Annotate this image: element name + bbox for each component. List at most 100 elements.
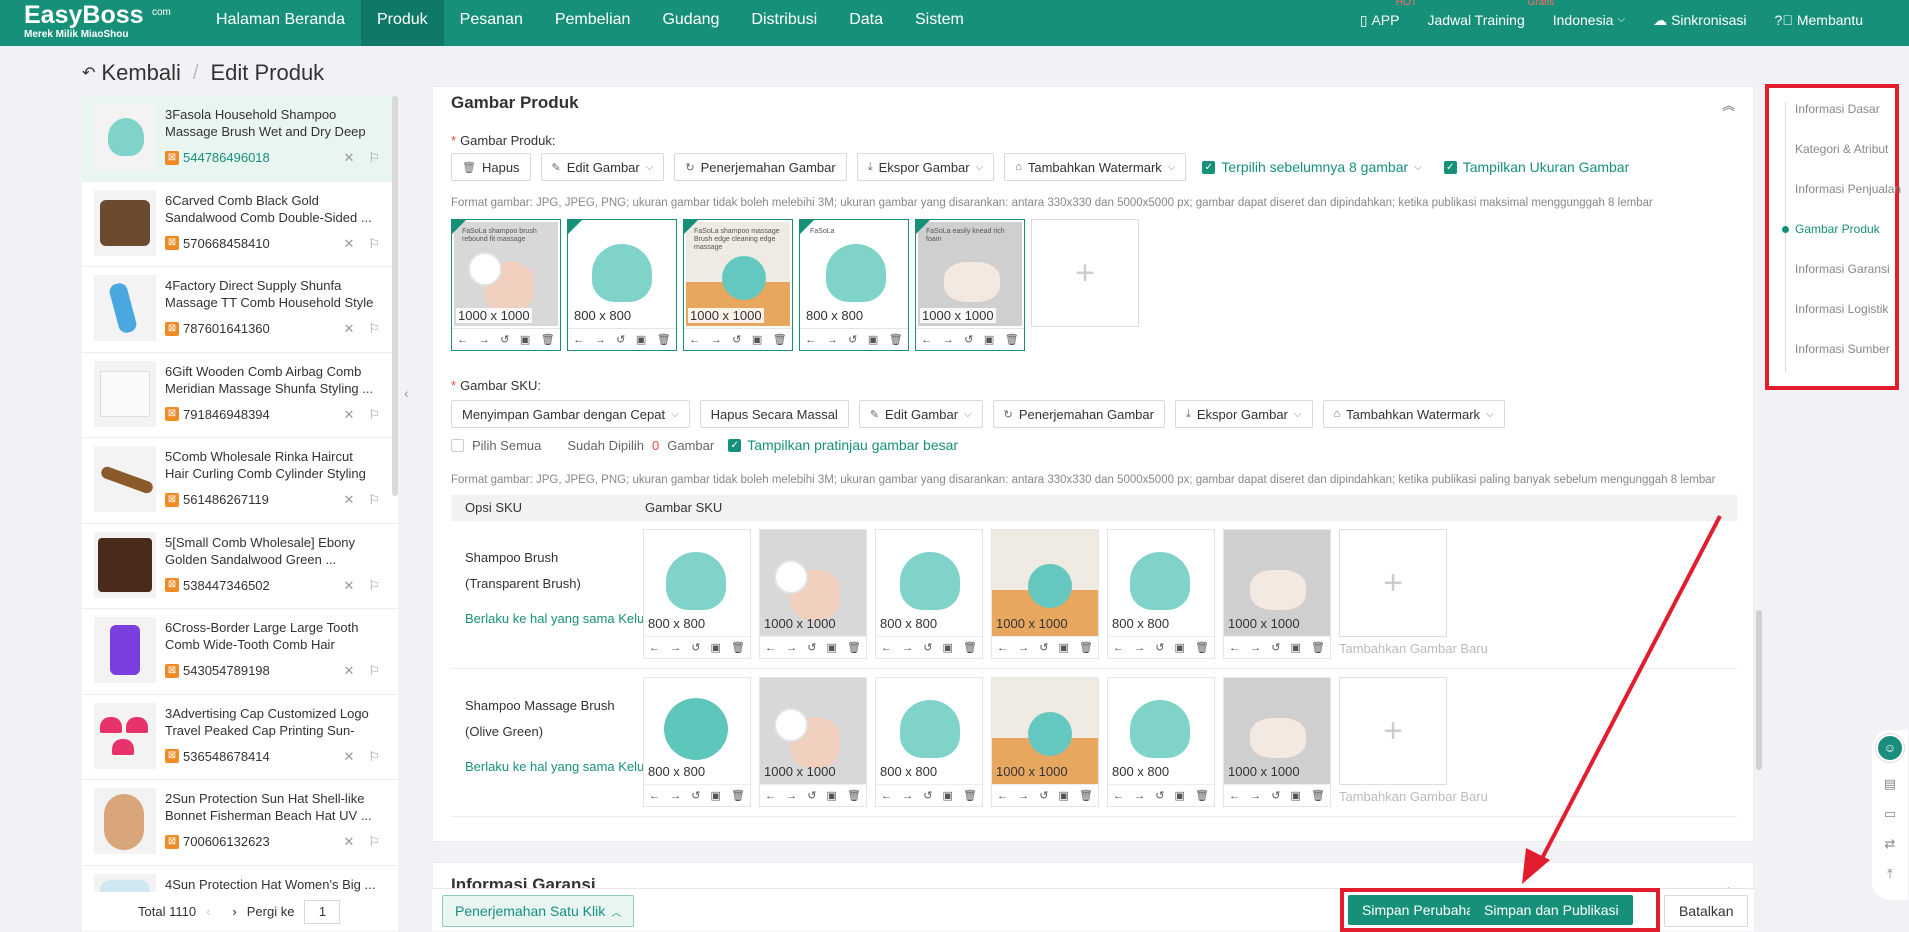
replace-icon[interactable]: ↺ <box>1271 641 1280 654</box>
trash-icon[interactable]: 🗑 <box>963 789 977 802</box>
nav-item-4[interactable]: Gudang <box>646 0 735 46</box>
toolbar-button[interactable]: ↻ Penerjemahan Gambar <box>674 153 847 181</box>
product-image-card[interactable]: FaSoLa shampoo brush rebound fit massage… <box>451 219 561 351</box>
arrow-left-icon[interactable]: ← <box>765 642 776 654</box>
close-icon[interactable]: ✕ <box>343 663 354 679</box>
apply-same-link[interactable]: Berlaku ke hal yang sama Keluar <box>465 759 645 774</box>
add-sku-image[interactable]: + Tambahkan Gambar Baru <box>1339 677 1488 807</box>
flag-icon[interactable]: ⚐ <box>368 834 380 850</box>
product-list-item[interactable]: 4Factory Direct Supply Shunfa Massage TT… <box>82 267 398 353</box>
trash-icon[interactable]: 🗑 <box>1311 789 1325 802</box>
sku-image-card[interactable]: 1000 x 1000 ← → ↺ ▣ 🗑 <box>759 529 867 659</box>
sku-image-card[interactable]: 800 x 800 ← → ↺ ▣ 🗑 <box>643 677 751 807</box>
back-icon[interactable]: ↶ <box>82 63 95 83</box>
replace-icon[interactable]: ↺ <box>500 333 509 346</box>
arrow-right-icon[interactable]: → <box>902 790 913 802</box>
page-input[interactable]: 1 <box>304 899 341 924</box>
product-list-scrollbar[interactable] <box>392 96 398 496</box>
training-link[interactable]: Jadwal Training Gratis <box>1427 0 1554 40</box>
image-icon[interactable]: ▣ <box>942 641 952 654</box>
image-icon[interactable]: ▣ <box>942 789 952 802</box>
replace-icon[interactable]: ↺ <box>732 333 741 346</box>
arrow-left-icon[interactable]: ← <box>1229 790 1240 802</box>
arrow-right-icon[interactable]: → <box>479 334 490 346</box>
arrow-right-icon[interactable]: → <box>1250 642 1261 654</box>
close-icon[interactable]: ✕ <box>343 492 354 508</box>
nav-item-7[interactable]: Sistem <box>899 0 980 46</box>
flag-icon[interactable]: ⚐ <box>368 492 380 508</box>
product-image-card[interactable]: FaSoLa shampoo massage Brush edge cleani… <box>683 219 793 351</box>
back-link[interactable]: Kembali <box>101 60 180 86</box>
main-scrollbar[interactable] <box>1756 610 1762 770</box>
nav-item-2[interactable]: Pesanan <box>444 0 539 46</box>
arrow-right-icon[interactable]: → <box>670 790 681 802</box>
toolbar-button[interactable]: ⤓ Ekspor Gambar ⌵ <box>856 153 995 181</box>
replace-icon[interactable]: ↺ <box>1271 789 1280 802</box>
image-icon[interactable]: ▣ <box>826 789 836 802</box>
arrow-left-icon[interactable]: ← <box>649 790 660 802</box>
replace-icon[interactable]: ↺ <box>1039 789 1048 802</box>
arrow-left-icon[interactable]: ← <box>997 790 1008 802</box>
sku-image-card[interactable]: 1000 x 1000 ← → ↺ ▣ 🗑 <box>1223 529 1331 659</box>
nav-item-5[interactable]: Distribusi <box>735 0 833 46</box>
replace-icon[interactable]: ↺ <box>691 641 700 654</box>
product-list-item[interactable]: 6Carved Comb Black Gold Sandalwood Comb … <box>82 182 398 267</box>
replace-icon[interactable]: ↺ <box>807 641 816 654</box>
image-icon[interactable]: ▣ <box>1174 641 1184 654</box>
anchor-item[interactable]: Kategori & Atribut <box>1795 142 1888 156</box>
flag-icon[interactable]: ⚐ <box>368 663 380 679</box>
sku-image-card[interactable]: 1000 x 1000 ← → ↺ ▣ 🗑 <box>1223 677 1331 807</box>
sku-image-card[interactable]: 800 x 800 ← → ↺ ▣ 🗑 <box>875 677 983 807</box>
arrow-right-icon[interactable]: → <box>1134 642 1145 654</box>
notes-icon[interactable]: ▤ <box>1884 776 1896 792</box>
next-page-icon[interactable]: › <box>232 904 236 919</box>
show-size-toggle[interactable]: ✓ Tampilkan Ukuran Gambar <box>1443 159 1629 175</box>
close-icon[interactable]: ✕ <box>343 236 354 252</box>
arrow-left-icon[interactable]: ← <box>881 642 892 654</box>
flag-icon[interactable]: ⚐ <box>368 749 380 765</box>
product-list-item[interactable]: 5[Small Comb Wholesale] Ebony Golden San… <box>82 524 398 609</box>
replace-icon[interactable]: ↺ <box>1039 641 1048 654</box>
collapse-list-icon[interactable]: ‹ <box>404 385 409 401</box>
anchor-item[interactable]: Informasi Sumber <box>1795 342 1890 356</box>
product-list-item[interactable]: 6Cross-Border Large Large Tooth Comb Wid… <box>82 609 398 695</box>
image-icon[interactable]: ▣ <box>1174 789 1184 802</box>
arrow-left-icon[interactable]: ← <box>805 334 816 346</box>
assistant-avatar-icon[interactable]: ☺ <box>1876 734 1904 762</box>
image-icon[interactable]: ▣ <box>520 333 530 346</box>
replace-icon[interactable]: ↺ <box>923 641 932 654</box>
trash-icon[interactable]: 🗑 <box>847 789 861 802</box>
anchor-item[interactable]: Informasi Penjualan <box>1795 182 1901 196</box>
trash-icon[interactable]: 🗑 <box>1005 333 1019 346</box>
arrow-left-icon[interactable]: ← <box>997 642 1008 654</box>
close-icon[interactable]: ✕ <box>343 749 354 765</box>
replace-icon[interactable]: ↺ <box>848 333 857 346</box>
trash-icon[interactable]: 🗑 <box>963 641 977 654</box>
trash-icon[interactable]: 🗑 <box>889 333 903 346</box>
help-link[interactable]: ?⃝ Membantu <box>1775 0 1863 40</box>
image-icon[interactable]: ▣ <box>1058 789 1068 802</box>
trash-icon[interactable]: 🗑 <box>541 333 555 346</box>
anchor-item[interactable]: Gambar Produk <box>1795 222 1880 236</box>
trash-icon[interactable]: 🗑 <box>1311 641 1325 654</box>
trash-icon[interactable]: 🗑 <box>847 641 861 654</box>
sku-image-card[interactable]: 1000 x 1000 ← → ↺ ▣ 🗑 <box>991 529 1099 659</box>
product-list-item[interactable]: 5Comb Wholesale Rinka Haircut Hair Curli… <box>82 438 398 524</box>
swap-icon[interactable]: ⇄ <box>1885 836 1896 852</box>
nav-item-0[interactable]: Halaman Beranda <box>200 0 361 46</box>
trash-icon[interactable]: 🗑 <box>731 641 745 654</box>
close-icon[interactable]: ✕ <box>343 834 354 850</box>
toolbar-button[interactable]: ⌂ Tambahkan Watermark ⌵ <box>1322 400 1505 428</box>
replace-icon[interactable]: ↺ <box>964 333 973 346</box>
arrow-right-icon[interactable]: → <box>1018 790 1029 802</box>
nav-item-1[interactable]: Produk <box>360 0 444 46</box>
image-icon[interactable]: ▣ <box>1290 789 1300 802</box>
nav-item-3[interactable]: Pembelian <box>539 0 647 46</box>
arrow-right-icon[interactable]: → <box>595 334 606 346</box>
prev-page-icon[interactable]: ‹ <box>206 904 210 919</box>
add-image-button[interactable]: + <box>1031 219 1139 327</box>
arrow-left-icon[interactable]: ← <box>689 334 700 346</box>
product-list-item[interactable]: 6Gift Wooden Comb Airbag Comb Meridian M… <box>82 353 398 438</box>
arrow-right-icon[interactable]: → <box>711 334 722 346</box>
close-icon[interactable]: ✕ <box>343 321 354 337</box>
